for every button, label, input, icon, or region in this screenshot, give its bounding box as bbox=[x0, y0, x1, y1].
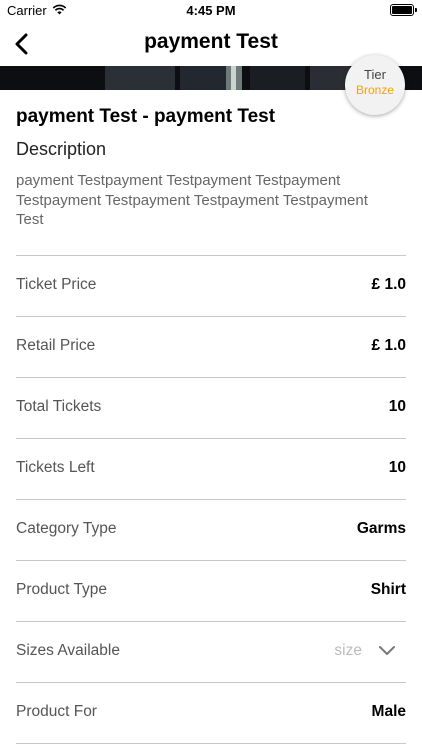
battery-icon bbox=[390, 4, 417, 16]
tier-level: Bronze bbox=[355, 83, 395, 97]
detail-value: £ 1.0 bbox=[371, 276, 406, 293]
detail-value: 10 bbox=[388, 459, 406, 476]
detail-row-tickets-left: Tickets Left 10 bbox=[16, 438, 406, 499]
page-title: payment Test bbox=[144, 30, 278, 53]
detail-value: Male bbox=[371, 703, 406, 720]
detail-row-ticket-price: Ticket Price £ 1.0 bbox=[16, 255, 406, 316]
detail-label: Total Tickets bbox=[16, 398, 102, 415]
tier-label: Tier bbox=[364, 67, 386, 82]
detail-value: Garms bbox=[356, 520, 406, 537]
detail-label: Tickets Left bbox=[16, 459, 95, 476]
chevron-down-icon bbox=[379, 646, 395, 655]
description-text: payment Testpayment Testpayment Testpaym… bbox=[16, 172, 368, 228]
detail-row-product-for: Product For Male bbox=[16, 682, 406, 744]
detail-label: Category Type bbox=[16, 520, 117, 537]
detail-label: Product For bbox=[16, 703, 97, 720]
details-list: Ticket Price £ 1.0 Retail Price £ 1.0 To… bbox=[16, 255, 406, 744]
size-placeholder: size bbox=[334, 642, 362, 659]
description-heading: Description bbox=[16, 139, 107, 159]
size-dropdown[interactable]: size bbox=[286, 635, 406, 669]
detail-row-total-tickets: Total Tickets 10 bbox=[16, 377, 406, 438]
detail-row-product-type: Product Type Shirt bbox=[16, 560, 406, 621]
detail-row-sizes-available: Sizes Available size bbox=[16, 621, 406, 682]
detail-label: Retail Price bbox=[16, 337, 96, 354]
detail-label: Product Type bbox=[16, 581, 108, 598]
detail-value: Shirt bbox=[370, 581, 406, 598]
detail-row-retail-price: Retail Price £ 1.0 bbox=[16, 316, 406, 377]
detail-row-category-type: Category Type Garms bbox=[16, 499, 406, 560]
detail-value: 10 bbox=[388, 398, 406, 415]
clock: 4:45 PM bbox=[186, 3, 236, 18]
tier-badge: Tier Bronze bbox=[345, 55, 405, 115]
detail-value: £ 1.0 bbox=[371, 337, 406, 354]
detail-label: Ticket Price bbox=[16, 276, 97, 293]
detail-label: Sizes Available bbox=[16, 642, 120, 659]
status-bar: Carrier 4:45 PM bbox=[0, 0, 422, 22]
product-title: payment Test - payment Test bbox=[16, 106, 276, 127]
